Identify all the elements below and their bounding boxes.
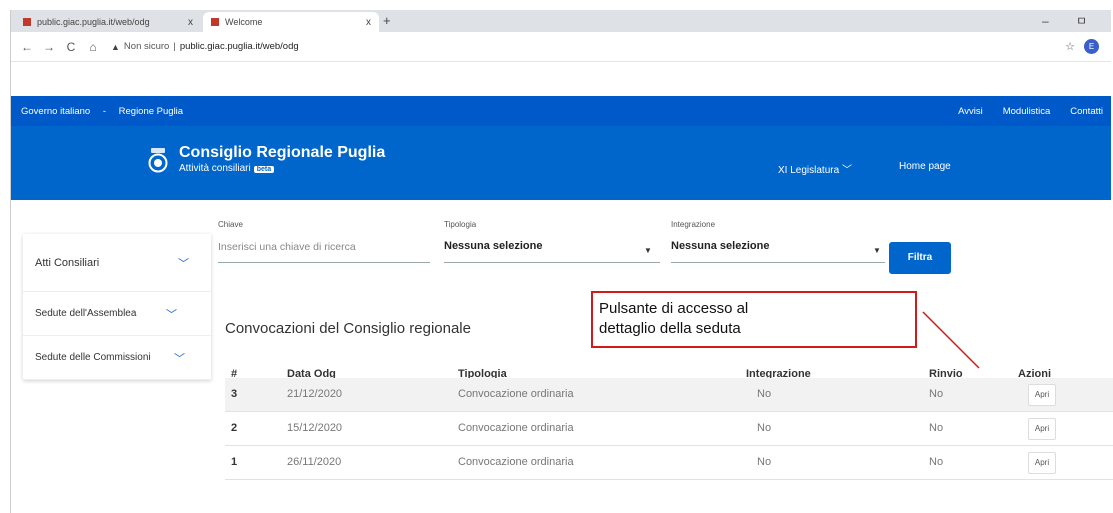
row-integration: No [757,388,772,400]
callout-pointer-line [922,311,980,369]
table-row: 2 15/12/2020 Convocazione ordinaria No N… [225,412,1113,446]
type-select[interactable]: Nessuna selezione [444,240,542,252]
sidebar-item-label: Sedute dell'Assemblea [35,308,137,319]
type-label: Tipologia [444,220,477,229]
browser-tab-welcome[interactable]: Welcome x [203,12,379,32]
caret-down-icon[interactable]: ▼ [644,246,652,255]
site-title: Consiglio Regionale Puglia [179,144,386,161]
row-date: 21/12/2020 [287,388,343,400]
beta-badge: beta [253,166,275,173]
search-key-input[interactable]: Inserisci una chiave di ricerca [218,241,356,253]
site-favicon-icon [211,18,219,26]
row-number: 2 [231,422,238,434]
browser-tab-bar: public.giac.puglia.it/web/odg x Welcome … [11,10,1111,32]
subtitle-text: Attività consiliari [179,163,251,174]
row-rinvio: No [929,422,944,434]
url-field[interactable]: ▲ Non sicuro | public.giac.puglia.it/web… [111,41,299,52]
sidebar-item-sedute-assemblea[interactable]: Sedute dell'Assemblea ﹀ [23,292,211,336]
open-button[interactable]: Apri [1028,418,1056,440]
site-subtitle: Attività consiliari beta [179,163,385,174]
tab-title: Welcome [225,17,263,27]
integration-select-underline [671,262,885,263]
row-integration: No [757,456,772,468]
integration-select[interactable]: Nessuna selezione [671,240,769,252]
key-label: Chiave [218,220,243,229]
contatti-link[interactable]: Contatti [1070,106,1103,117]
chevron-down-icon: ﹀ [178,257,189,270]
row-number: 1 [231,456,238,468]
open-button[interactable]: Apri [1028,384,1056,406]
annotation-callout: Pulsante di accesso al dettaglio della s… [591,291,917,348]
home-icon[interactable]: ⌂ [87,40,99,54]
legislature-dropdown[interactable]: XI Legislatura ﹀ [778,161,852,176]
row-type: Convocazione ordinaria [458,456,574,468]
row-number: 3 [231,388,238,400]
back-arrow-icon[interactable]: ← [21,40,33,54]
open-button[interactable]: Apri [1028,452,1056,474]
browser-address-bar: ← → C ⌂ ▲ Non sicuro | public.giac.pugli… [11,32,1111,62]
row-type: Convocazione ordinaria [458,422,574,434]
sidebar-menu: Atti Consiliari ﹀ Sedute dell'Assemblea … [23,234,211,380]
reload-icon[interactable]: C [65,40,77,54]
governo-link[interactable]: Governo italiano [21,106,90,117]
browser-tab-odg[interactable]: public.giac.puglia.it/web/odg x [15,12,201,32]
modulistica-link[interactable]: Modulistica [1003,106,1051,117]
row-integration: No [757,422,772,434]
sidebar-item-label: Atti Consiliari [35,256,100,269]
caret-down-icon[interactable]: ▼ [873,246,881,255]
url-text: public.giac.puglia.it/web/odg [179,41,299,52]
table-row: 3 21/12/2020 Convocazione ordinaria No N… [225,378,1113,412]
row-rinvio: No [929,388,944,400]
site-brand[interactable]: Consiglio Regionale Puglia Attività cons… [179,144,385,174]
warning-icon: ▲ [111,41,120,52]
forward-arrow-icon[interactable]: → [43,40,55,54]
callout-line-2: dettaglio della seduta [599,320,741,337]
new-tab-button[interactable]: + [383,13,391,28]
filter-button[interactable]: Filtra [889,242,951,274]
slim-separator: - [102,106,106,117]
sidebar-item-label: Sedute delle Commissioni [35,352,151,363]
key-input-underline [218,262,430,263]
window-controls[interactable]: – ㅁ [1042,12,1099,29]
chevron-down-icon: ﹀ [841,165,852,176]
row-date: 15/12/2020 [287,422,343,434]
close-tab-icon[interactable]: x [366,17,371,28]
row-type: Convocazione ordinaria [458,388,574,400]
table-row: 1 26/11/2020 Convocazione ordinaria No N… [225,446,1113,480]
browser-window: public.giac.puglia.it/web/odg x Welcome … [10,10,1113,513]
site-favicon-icon [23,18,31,26]
region-emblem-icon [148,148,168,173]
callout-line-1: Pulsante di accesso al [599,300,749,317]
slim-header-left: Governo italiano - Regione Puglia [21,106,193,117]
close-tab-icon[interactable]: x [188,17,193,28]
screenshot-frame: public.giac.puglia.it/web/odg x Welcome … [0,0,1113,513]
page-title: Convocazioni del Consiglio regionale [225,320,471,337]
slim-header: Governo italiano - Regione Puglia Avvisi… [11,96,1111,126]
integration-label: Integrazione [671,220,716,229]
regione-link[interactable]: Regione Puglia [119,106,183,117]
tab-title: public.giac.puglia.it/web/odg [37,17,150,27]
type-select-underline [444,262,660,263]
security-label: Non sicuro [123,41,170,52]
center-header: Consiglio Regionale Puglia Attività cons… [11,126,1111,200]
slim-header-links: Avvisi Modulistica Contatti [958,106,1103,117]
sidebar-item-sedute-commissioni[interactable]: Sedute delle Commissioni ﹀ [23,336,211,380]
legislature-label: XI Legislatura [778,165,840,176]
chevron-down-icon: ﹀ [166,308,177,321]
home-page-link[interactable]: Home page [899,161,951,172]
row-date: 26/11/2020 [287,456,342,468]
row-rinvio: No [929,456,944,468]
avvisi-link[interactable]: Avvisi [958,106,983,117]
sidebar-item-atti-consiliari[interactable]: Atti Consiliari ﹀ [23,234,211,292]
chevron-down-icon: ﹀ [174,352,185,365]
bookmark-star-icon[interactable]: ☆ [1065,40,1075,53]
profile-avatar[interactable]: E [1084,39,1099,54]
url-separator: | [173,41,176,52]
